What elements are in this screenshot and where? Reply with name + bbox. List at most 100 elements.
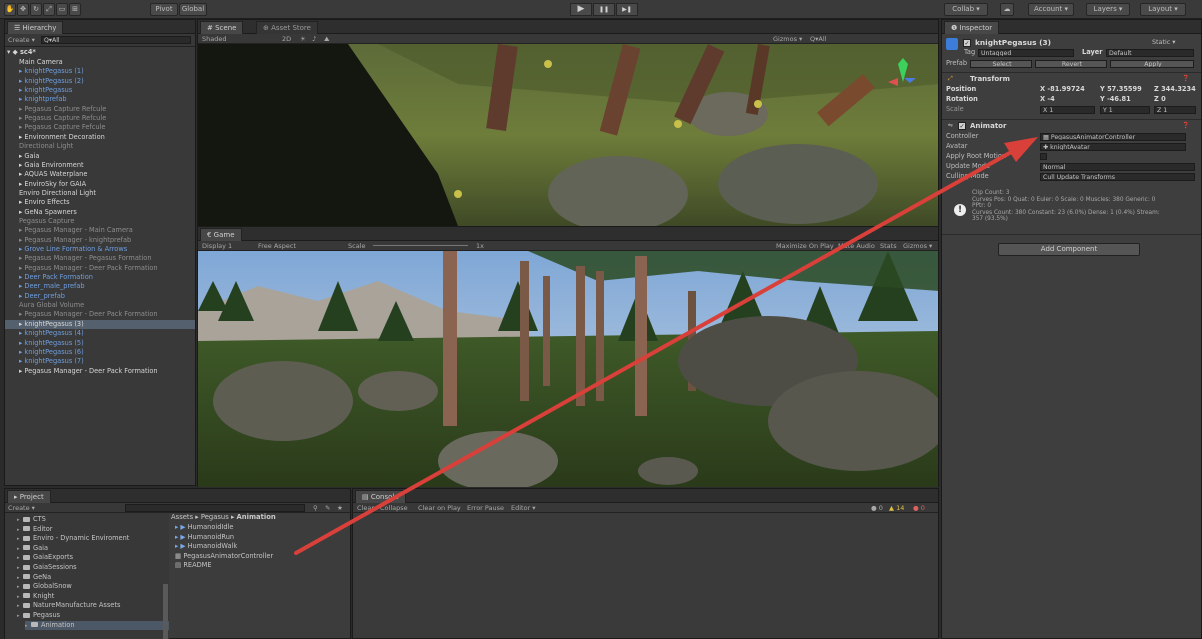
error-count-toggle[interactable]: ● 0: [913, 504, 925, 512]
prefab-apply-button[interactable]: Apply: [1110, 60, 1194, 68]
shading-mode-dropdown[interactable]: Shaded: [202, 35, 226, 43]
project-file-item[interactable]: ▤ README: [175, 561, 212, 571]
project-file-item[interactable]: ▸ ▶ HumanoidWalk: [175, 542, 237, 552]
mute-audio-toggle[interactable]: Mute Audio: [838, 242, 875, 250]
hierarchy-item[interactable]: ▸ knightprefab: [5, 95, 195, 104]
layers-dropdown[interactable]: Layers ▾: [1086, 3, 1130, 16]
tab-scene[interactable]: # Scene: [200, 21, 244, 34]
project-folder-item[interactable]: ▸ Pegasus: [17, 611, 60, 621]
breadcrumb-item[interactable]: Animation: [237, 513, 276, 521]
scale-tool-icon[interactable]: ⤢: [43, 3, 55, 16]
scene-viewport[interactable]: [198, 44, 938, 226]
hierarchy-item[interactable]: ▸ knightPegasus (6): [5, 348, 195, 357]
hierarchy-item[interactable]: ▸ knightPegasus (2): [5, 77, 195, 86]
hierarchy-item[interactable]: ▸ Deer Pack Formation: [5, 273, 195, 282]
console-log-area[interactable]: [353, 513, 938, 638]
scene-root-item[interactable]: ▾ ◆ sc4*: [7, 48, 197, 57]
hierarchy-item[interactable]: ▸ Pegasus Manager - Deer Pack Formation: [5, 310, 195, 319]
mode-2d-toggle[interactable]: 2D: [282, 35, 291, 43]
console-error-pause-toggle[interactable]: Error Pause: [467, 504, 504, 512]
transform-header[interactable]: Transform: [970, 75, 1010, 83]
hierarchy-item[interactable]: ▸ Grove Line Formation & Arrows: [5, 245, 195, 254]
hierarchy-item[interactable]: ▸ knightPegasus (5): [5, 339, 195, 348]
position-x-field[interactable]: X -81.99724: [1040, 85, 1085, 93]
audio-toggle-icon[interactable]: ♪: [312, 35, 316, 43]
folder-tree-scrollbar[interactable]: [163, 584, 168, 639]
active-checkbox[interactable]: ✓: [963, 39, 971, 47]
hierarchy-item[interactable]: ▸ knightPegasus (3): [5, 319, 195, 330]
display-dropdown[interactable]: Display 1: [202, 242, 232, 250]
hierarchy-item[interactable]: ▸ Pegasus Manager - Deer Pack Formation: [5, 264, 195, 273]
search-by-type-icon[interactable]: ⚲: [313, 504, 318, 512]
hierarchy-search-input[interactable]: Q▾All: [41, 36, 191, 44]
info-count-toggle[interactable]: ● 0: [871, 504, 883, 512]
game-viewport[interactable]: [198, 251, 938, 487]
rotate-tool-icon[interactable]: ↻: [30, 3, 42, 16]
project-folder-item[interactable]: ▸ Gaia: [17, 544, 48, 554]
help-icon[interactable]: ❓: [1182, 122, 1189, 129]
scale-x-field[interactable]: X 1: [1040, 106, 1095, 114]
object-name-field[interactable]: knightPegasus (3): [975, 38, 1051, 47]
breadcrumb-item[interactable]: Pegasus: [201, 513, 229, 521]
project-folder-item[interactable]: ▸ NatureManufacture Assets: [17, 601, 120, 611]
search-by-label-icon[interactable]: ✎: [325, 504, 330, 512]
hierarchy-item[interactable]: ▸ Pegasus Manager - Deer Pack Formation: [5, 367, 195, 376]
console-editor-dropdown[interactable]: Editor ▾: [511, 504, 536, 512]
project-folder-item[interactable]: ▸ Knight: [17, 592, 54, 602]
tab-inspector[interactable]: ❶ Inspector: [944, 21, 1000, 34]
lighting-toggle-icon[interactable]: ☀: [300, 35, 306, 43]
animator-header[interactable]: Animator: [970, 122, 1006, 130]
step-button[interactable]: ▶❚: [616, 3, 638, 16]
console-clear-button[interactable]: Clear: [357, 504, 374, 512]
hierarchy-item[interactable]: ▸ Deer_prefab: [5, 292, 195, 301]
prefab-revert-button[interactable]: Revert: [1035, 60, 1107, 68]
layer-dropdown[interactable]: Default: [1106, 49, 1194, 57]
project-folder-item[interactable]: ▸ GaiaSessions: [17, 563, 77, 573]
hierarchy-item[interactable]: ▸ EnviroSky for GAIA: [5, 180, 195, 189]
hierarchy-item[interactable]: ▸ Deer_male_prefab: [5, 282, 195, 291]
project-file-item[interactable]: ▦ PegasusAnimatorController: [175, 552, 273, 562]
hierarchy-item[interactable]: ▸ Pegasus Capture Fefcule: [5, 123, 195, 132]
hierarchy-item[interactable]: Enviro Directional Light: [5, 189, 195, 198]
play-button[interactable]: ▶: [570, 3, 592, 16]
rotation-z-field[interactable]: Z 0: [1154, 95, 1166, 103]
project-folder-item[interactable]: ▸ CTS: [17, 515, 46, 525]
position-y-field[interactable]: Y 57.35599: [1100, 85, 1142, 93]
project-folder-item[interactable]: ▸ Editor: [17, 525, 53, 535]
project-file-item[interactable]: ▸ ▶ HumanoidRun: [175, 533, 234, 543]
scene-search-input[interactable]: Q▾All: [810, 35, 826, 43]
project-folder-item[interactable]: ▸ GaiaExports: [17, 553, 73, 563]
hierarchy-item[interactable]: ▸ Pegasus Capture Refcule: [5, 105, 195, 114]
prefab-select-button[interactable]: Select: [970, 60, 1032, 68]
console-clear-on-play-toggle[interactable]: Clear on Play: [418, 504, 461, 512]
hierarchy-item[interactable]: ▸ Pegasus Manager - knightprefab: [5, 236, 195, 245]
hierarchy-item[interactable]: ▸ knightPegasus (1): [5, 67, 195, 76]
hierarchy-create-button[interactable]: Create ▾: [8, 36, 35, 44]
hierarchy-item[interactable]: ▸ knightPegasus (4): [5, 329, 195, 338]
hierarchy-item[interactable]: Aura Global Volume: [5, 301, 195, 310]
avatar-field[interactable]: ✚ knightAvatar: [1040, 143, 1186, 151]
hierarchy-item[interactable]: Pegasus Capture: [5, 217, 195, 226]
project-folder-item[interactable]: ▸ GlobalSnow: [17, 582, 72, 592]
help-icon[interactable]: ❓: [1182, 75, 1189, 82]
tab-project[interactable]: ▸ Project: [7, 490, 51, 503]
tab-console[interactable]: ▤ Console: [355, 490, 406, 503]
hierarchy-item[interactable]: ▸ Pegasus Capture Refcule: [5, 114, 195, 123]
rotation-y-field[interactable]: Y -46.81: [1100, 95, 1131, 103]
static-dropdown[interactable]: Static ▾: [1152, 38, 1176, 46]
tab-hierarchy[interactable]: ☰ Hierarchy: [7, 21, 64, 34]
scale-slider[interactable]: [373, 245, 468, 246]
animator-enabled-checkbox[interactable]: ✓: [958, 122, 966, 130]
move-tool-icon[interactable]: ✥: [17, 3, 29, 16]
hierarchy-item[interactable]: ▸ Gaia Environment: [5, 161, 195, 170]
hierarchy-item[interactable]: Directional Light: [5, 142, 195, 151]
hand-tool-icon[interactable]: ✋: [4, 3, 16, 16]
global-toggle[interactable]: Global: [179, 3, 207, 16]
scale-y-field[interactable]: Y 1: [1100, 106, 1150, 114]
aspect-dropdown[interactable]: Free Aspect: [258, 242, 296, 250]
culling-mode-dropdown[interactable]: Cull Update Transforms: [1040, 173, 1195, 181]
pause-button[interactable]: ❚❚: [593, 3, 615, 16]
hierarchy-item[interactable]: ▸ Pegasus Manager - Main Camera: [5, 226, 195, 235]
hierarchy-item[interactable]: ▸ knightPegasus: [5, 86, 195, 95]
hierarchy-item[interactable]: ▸ knightPegasus (7): [5, 357, 195, 366]
